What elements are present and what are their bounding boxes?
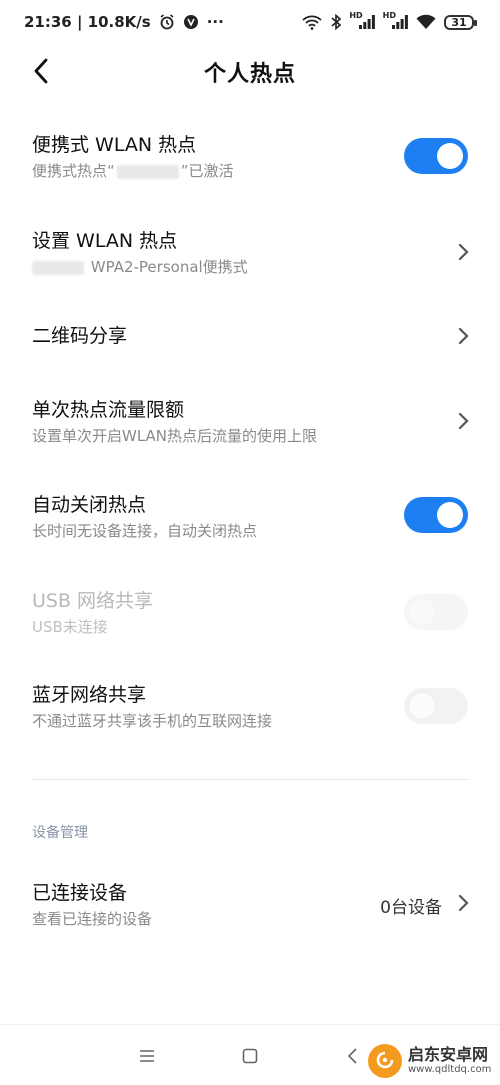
portable-hotspot-sub-prefix: 便携式热点“ [32,162,115,180]
battery-level: 31 [451,15,467,29]
app-notification-icon [183,14,199,30]
chevron-right-icon [458,412,469,430]
watermark-name: 启东安卓网 [408,1045,489,1064]
connected-devices-count: 0台设备 [380,898,442,918]
section-divider [32,779,468,780]
status-time-speed: 21:36 | 10.8K/s [24,13,151,31]
chevron-right-icon [458,327,469,345]
menu-button[interactable] [134,1043,160,1069]
status-bar: 21:36 | 10.8K/s ··· HD HD 31 [0,0,500,44]
hotspot-icon [301,14,323,30]
setup-hotspot-title: 设置 WLAN 热点 [32,230,178,252]
qr-share-row[interactable]: 二维码分享 [0,323,500,349]
battery-icon: 31 [444,14,477,30]
usb-share-toggle [404,594,468,630]
hd-label-2: HD [382,11,396,20]
portable-hotspot-subtitle: 便携式热点“ ”已激活 [32,160,468,182]
page-title: 个人热点 [203,62,296,87]
portable-hotspot-sub-suffix: ”已激活 [180,162,234,180]
redacted-hotspot-name [116,164,179,179]
usb-share-subtitle: USB未连接 [32,618,108,636]
setup-hotspot-subtitle: WPA2-Personal便携式 [32,256,468,278]
auto-close-title: 自动关闭热点 [32,494,147,516]
usb-share-title: USB 网络共享 [32,590,154,612]
watermark-url: www.qdltdq.com [408,1064,492,1075]
portable-hotspot-toggle[interactable] [404,138,468,174]
setup-hotspot-row[interactable]: 设置 WLAN 热点 WPA2-Personal便携式 [0,228,500,278]
home-button[interactable] [237,1043,263,1069]
toggle-knob [409,599,435,625]
portable-hotspot-title: 便携式 WLAN 热点 [32,134,197,156]
data-limit-subtitle: 设置单次开启WLAN热点后流量的使用上限 [32,427,318,445]
redacted-ssid [32,260,84,275]
watermark: 启东安卓网 www.qdltdq.com [368,1044,491,1078]
auto-close-toggle[interactable] [404,497,468,533]
setup-hotspot-sub-text: WPA2-Personal便携式 [90,258,248,276]
nav-back-button[interactable] [340,1043,366,1069]
auto-close-subtitle: 长时间无设备连接，自动关闭热点 [32,522,258,540]
bt-share-title: 蓝牙网络共享 [32,684,147,706]
toggle-knob [437,143,463,169]
menu-icon [140,1050,154,1062]
hd-label-1: HD [349,11,363,20]
watermark-logo-icon [368,1044,402,1078]
alarm-icon [159,14,175,30]
qr-share-title: 二维码分享 [32,325,128,347]
device-management-label: 设备管理 [32,825,88,841]
toggle-knob [437,502,463,528]
header: 个人热点 [0,44,500,100]
bt-share-toggle[interactable] [404,688,468,724]
data-limit-title: 单次热点流量限额 [32,399,185,421]
signal-1-icon: HD [349,11,375,29]
more-notifications-icon: ··· [206,13,224,31]
wifi-icon [416,14,436,30]
toggle-knob [409,693,435,719]
nav-back-icon [347,1048,357,1064]
chevron-right-icon [458,894,469,912]
home-icon [242,1048,258,1064]
bluetooth-icon [331,14,342,30]
chevron-right-icon [458,243,469,261]
bt-share-subtitle: 不通过蓝牙共享该手机的互联网连接 [32,712,273,730]
data-limit-row[interactable]: 单次热点流量限额 设置单次开启WLAN热点后流量的使用上限 [0,397,500,447]
signal-2-icon: HD [382,11,408,29]
